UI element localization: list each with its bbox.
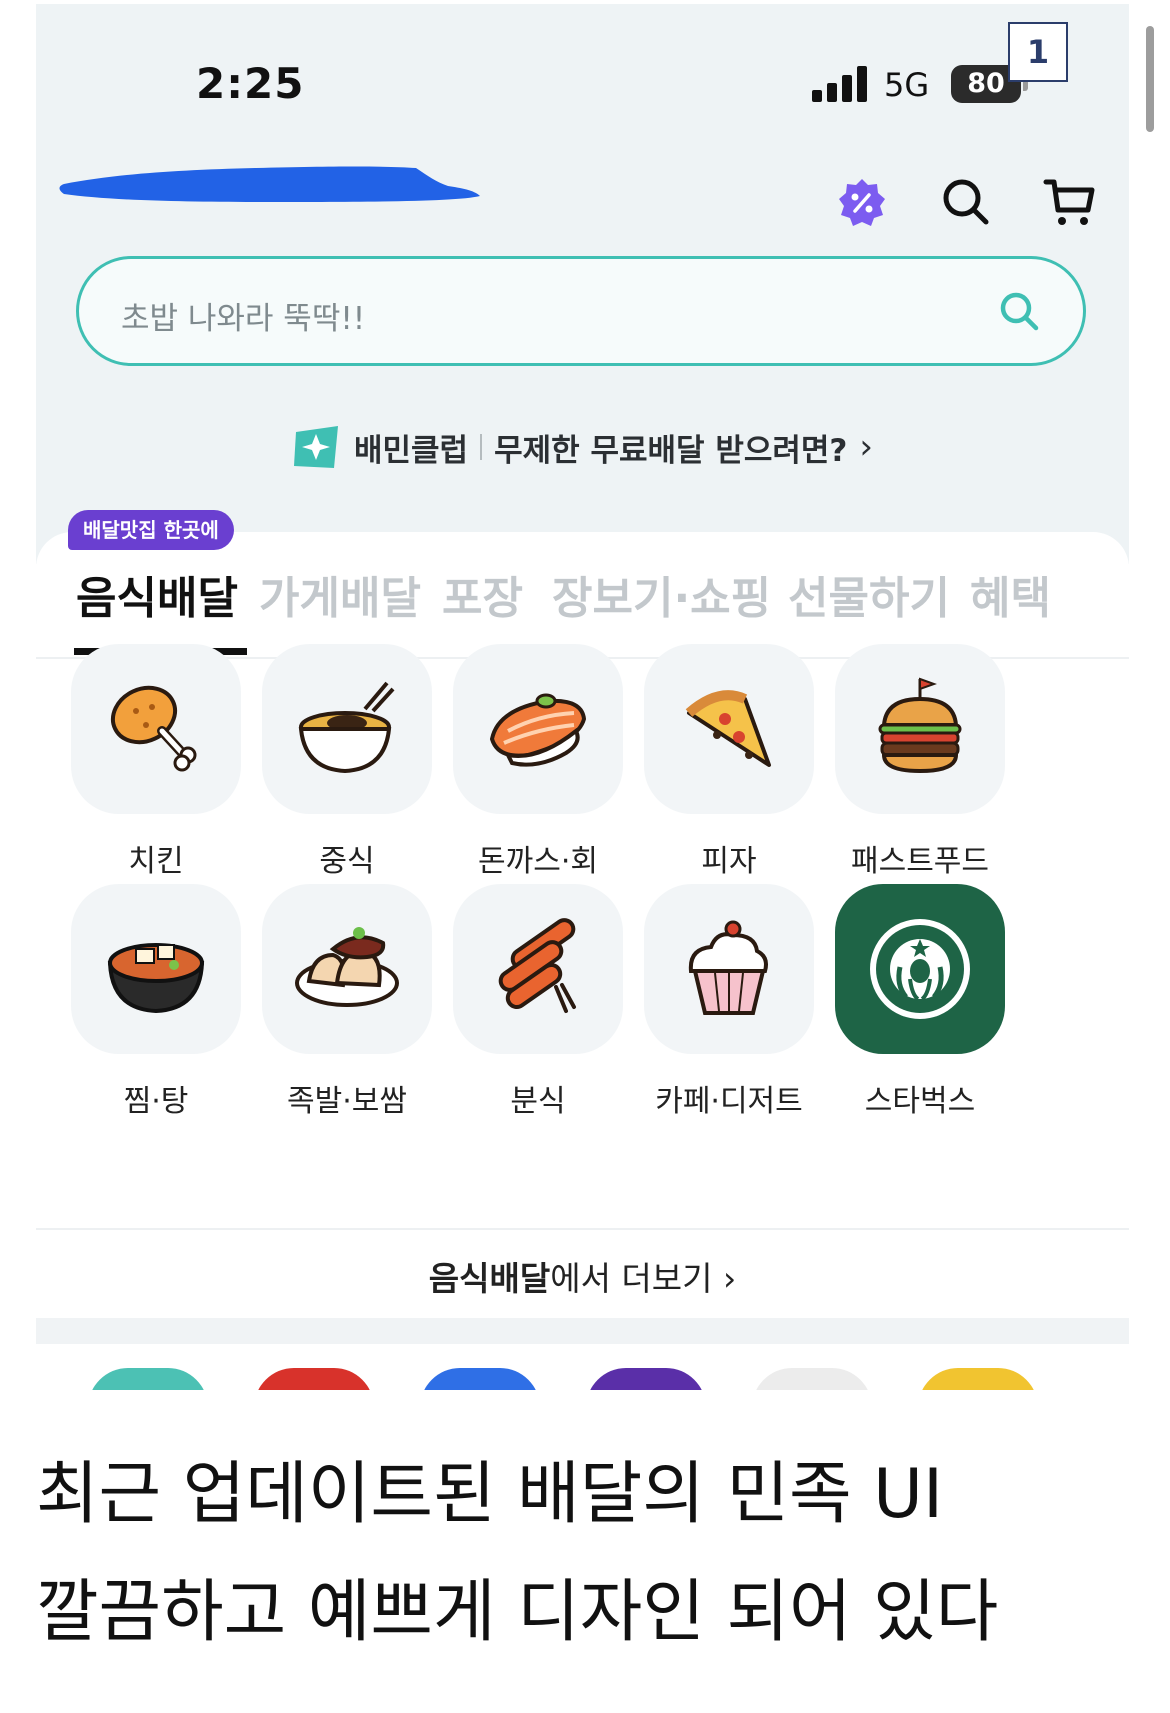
more-link-strong: 음식배달 — [428, 1259, 551, 1298]
category-stew[interactable]: 찜·탕 — [56, 884, 256, 1120]
category-tonkatsu-sashimi[interactable]: 돈까스·회 — [438, 644, 638, 880]
more-food-link[interactable]: 음식배달에서 더보기 › — [36, 1252, 1129, 1300]
noodle-bowl-icon — [298, 681, 395, 774]
scrollbar[interactable] — [1146, 26, 1154, 132]
stew-pot-icon — [107, 943, 205, 1014]
tab-food-delivery[interactable]: 음식배달 — [76, 562, 238, 626]
club-banner[interactable]: 배민클럽 무제한 무료배달 받으려면? › — [36, 422, 1129, 472]
category-label: 분식 — [510, 1084, 566, 1119]
category-tile — [835, 644, 1005, 814]
chevron-right-icon: › — [859, 427, 873, 467]
tab-store-delivery[interactable]: 가게배달 — [259, 562, 421, 626]
status-time: 2:25 — [196, 59, 305, 108]
search-submit-icon[interactable] — [995, 287, 1043, 335]
category-tile — [453, 644, 623, 814]
tabs-badge: 배달맛집 한곳에 — [68, 510, 234, 550]
category-chicken[interactable]: 치킨 — [56, 644, 256, 880]
category-label: 찜·탕 — [123, 1084, 189, 1119]
caption-line-2: 깔끔하고 예쁘게 디자인 되어 있다 — [36, 1573, 999, 1652]
category-label: 스타벅스 — [864, 1084, 976, 1119]
more-link-text: 에서 더보기 — [550, 1259, 713, 1298]
category-bunsik[interactable]: 분식 — [438, 884, 638, 1120]
category-label: 피자 — [701, 844, 757, 879]
category-tile — [262, 884, 432, 1054]
club-name: 배민클럽 — [354, 432, 469, 469]
cart-icon[interactable] — [1042, 174, 1098, 230]
more-divider — [36, 1228, 1129, 1230]
sushi-icon — [489, 693, 587, 767]
category-chinese[interactable]: 중식 — [247, 644, 447, 880]
club-text: 무제한 무료배달 받으려면? — [494, 432, 848, 469]
starbucks-logo-icon — [870, 919, 970, 1019]
app-screen: 2:25 5G 80 초밥 나와라 뚝딱!! 배민클럽 무제한 무료배달 받으려… — [36, 4, 1129, 1390]
category-label: 패스트푸드 — [851, 844, 989, 879]
tab-benefits[interactable]: 혜택 — [970, 562, 1051, 626]
tab-shopping[interactable]: 장보기·쇼핑 — [552, 562, 771, 626]
search-icon[interactable] — [938, 174, 994, 230]
category-tile — [262, 644, 432, 814]
category-pizza[interactable]: 피자 — [629, 644, 829, 880]
category-fastfood[interactable]: 패스트푸드 — [820, 644, 1020, 880]
page-number-badge: 1 — [1008, 22, 1068, 82]
signal-icon — [812, 66, 868, 102]
category-tile — [453, 884, 623, 1054]
tab-gift[interactable]: 선물하기 — [788, 562, 950, 626]
category-tile — [71, 644, 241, 814]
network-type: 5G — [884, 66, 930, 104]
jokbal-icon — [295, 927, 399, 1007]
category-label: 돈까스·회 — [478, 844, 598, 879]
pizza-icon — [685, 690, 771, 767]
category-label: 중식 — [319, 844, 375, 879]
category-label: 카페·디저트 — [655, 1084, 803, 1119]
club-sparkle-icon — [294, 426, 338, 468]
section-gap — [36, 1318, 1129, 1344]
search-input[interactable]: 초밥 나와라 뚝딱!! — [76, 256, 1086, 366]
category-label: 족발·보쌈 — [287, 1084, 407, 1119]
redacted-address[interactable] — [56, 156, 486, 216]
tteokbokki-icon — [498, 918, 576, 1013]
category-tile — [71, 884, 241, 1054]
club-divider — [480, 434, 483, 460]
category-cafe-dessert[interactable]: 카페·디저트 — [629, 884, 829, 1120]
category-label: 치킨 — [128, 844, 184, 879]
burger-icon — [878, 677, 962, 774]
category-tile — [644, 644, 814, 814]
coupon-icon[interactable] — [836, 177, 888, 229]
search-placeholder: 초밥 나와라 뚝딱!! — [121, 301, 366, 337]
category-tile — [644, 884, 814, 1054]
caption-line-1: 최근 업데이트된 배달의 민족 UI — [36, 1455, 944, 1534]
category-tile — [835, 884, 1005, 1054]
category-jokbal-bossam[interactable]: 족발·보쌈 — [247, 884, 447, 1120]
cupcake-icon — [688, 920, 768, 1015]
chevron-right-icon: › — [723, 1259, 737, 1298]
category-starbucks[interactable]: 스타벅스 — [820, 884, 1020, 1120]
tab-takeout[interactable]: 포장 — [442, 562, 523, 626]
chicken-icon — [110, 685, 197, 772]
